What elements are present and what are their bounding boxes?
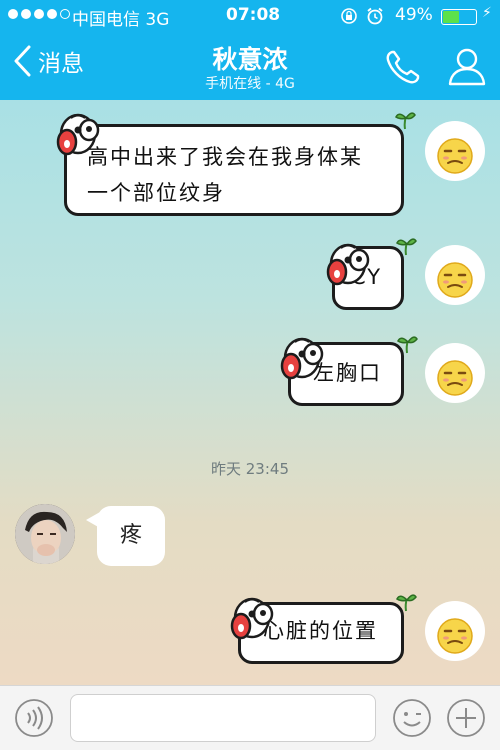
charging-icon: ⚡ bbox=[482, 5, 492, 21]
signal-strength-icon bbox=[8, 9, 70, 19]
smiley-icon[interactable] bbox=[392, 698, 432, 738]
phone-icon[interactable] bbox=[384, 48, 422, 86]
contact-photo-icon bbox=[15, 504, 75, 564]
battery-fill bbox=[443, 11, 459, 23]
timestamp: 昨天 23:45 bbox=[211, 460, 289, 478]
message-text: 一个部位纹身 bbox=[87, 181, 225, 205]
voice-icon[interactable] bbox=[14, 698, 54, 738]
message-bubble[interactable]: 疼 bbox=[97, 506, 165, 566]
sprout-icon bbox=[397, 336, 418, 354]
contact-name: 秋意浓 bbox=[212, 45, 288, 74]
message-text: 高中出来了我会在我身体某 bbox=[87, 145, 363, 169]
message-bubble[interactable]: 高中出来了我会在我身体某 一个部位纹身 bbox=[64, 124, 404, 216]
online-status: 手机在线 - 4G bbox=[205, 76, 295, 92]
bubble-mascot-icon bbox=[326, 243, 370, 286]
carrier-label: 中国电信 3G bbox=[72, 10, 170, 30]
message-input[interactable] bbox=[70, 694, 376, 742]
rotation-lock-icon bbox=[341, 8, 357, 24]
alarm-icon bbox=[367, 7, 383, 25]
input-bar bbox=[0, 685, 500, 750]
sprout-icon bbox=[395, 112, 416, 130]
person-icon[interactable] bbox=[446, 46, 488, 86]
plus-icon[interactable] bbox=[446, 698, 486, 738]
my-avatar[interactable] bbox=[424, 244, 486, 306]
sprout-icon bbox=[396, 238, 417, 256]
contact-avatar[interactable] bbox=[15, 504, 75, 564]
status-bar: 中国电信 3G 07:08 49% ⚡ bbox=[0, 0, 500, 32]
bubble-mascot-icon bbox=[280, 337, 324, 380]
my-avatar[interactable] bbox=[424, 600, 486, 662]
my-avatar[interactable] bbox=[424, 342, 486, 404]
status-time: 07:08 bbox=[226, 5, 281, 25]
bubble-mascot-icon bbox=[230, 597, 274, 640]
my-avatar[interactable] bbox=[424, 120, 486, 182]
top-bar: 中国电信 3G 07:08 49% ⚡ 消息 秋意浓 手机在线 - 4G bbox=[0, 0, 500, 100]
battery-percent: 49% bbox=[395, 5, 433, 25]
battery-icon bbox=[441, 9, 477, 25]
sprout-icon bbox=[396, 594, 417, 612]
bubble-mascot-icon bbox=[56, 113, 100, 156]
message-text: 疼 bbox=[119, 523, 142, 548]
